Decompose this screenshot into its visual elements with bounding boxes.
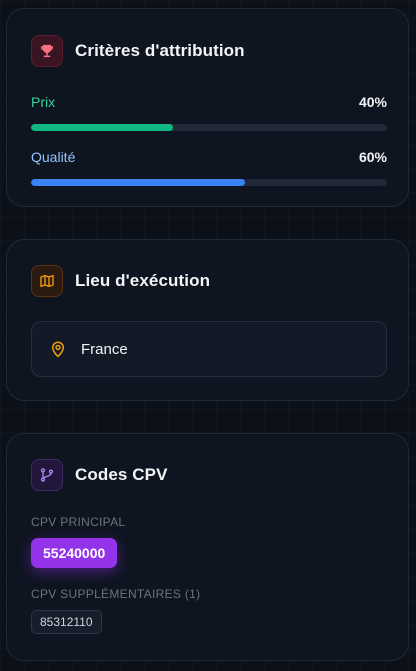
git-branch-icon	[31, 459, 63, 491]
location-name: France	[81, 340, 128, 358]
criterion-percent: 60%	[358, 149, 387, 165]
cpv-header: Codes CPV	[31, 459, 168, 491]
location-header: Lieu d'exécution	[31, 265, 210, 297]
cpv-principal-label: CPV PRINCIPAL	[31, 515, 126, 529]
criterion-prix: Prix 40%	[31, 94, 387, 131]
cpv-card: Codes CPV CPV PRINCIPAL 55240000 CPV SUP…	[6, 433, 409, 661]
location-item: France	[31, 321, 387, 377]
criterion-qualite: Qualité 60%	[31, 149, 387, 186]
location-title: Lieu d'exécution	[75, 271, 211, 290]
map-icon	[31, 265, 63, 297]
cpv-principal-badge: 55240000	[31, 538, 118, 568]
progress-track	[31, 124, 387, 131]
cpv-supplementary-chip: 85312110	[31, 610, 102, 634]
progress-track	[31, 179, 387, 186]
cpv-title: Codes CPV	[75, 465, 168, 484]
criteria-card: Critères d'attribution Prix 40% Qualité …	[6, 8, 409, 207]
criterion-label: Qualité	[31, 149, 76, 165]
criterion-label: Prix	[31, 94, 56, 110]
criteria-title: Critères d'attribution	[75, 41, 245, 60]
cpv-supplementary-label: CPV SUPPLÉMENTAIRES (1)	[31, 587, 201, 601]
progress-fill	[31, 179, 245, 186]
criterion-percent: 40%	[358, 94, 387, 110]
map-pin-icon	[49, 340, 67, 358]
trophy-icon	[31, 35, 63, 67]
location-card: Lieu d'exécution France	[6, 239, 409, 401]
criteria-header: Critères d'attribution	[31, 35, 245, 67]
progress-fill	[31, 124, 174, 131]
